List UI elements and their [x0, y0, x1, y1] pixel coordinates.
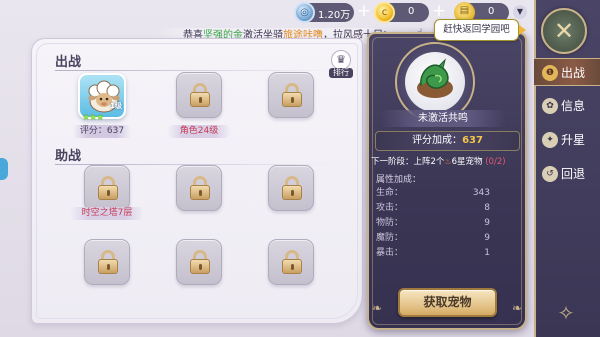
return-to-academy-bubble[interactable]: 赶快返回学园吧: [434, 19, 519, 41]
lock-icon: [98, 250, 118, 274]
gold-value: 0: [408, 6, 415, 17]
corner-ornament-icon: ❧: [371, 301, 383, 315]
lock-icon: [190, 250, 210, 274]
close-menu-button[interactable]: ✕: [541, 8, 587, 54]
trophy-icon: ♛: [331, 50, 351, 70]
attribute-name: 暴击：: [376, 248, 404, 258]
corner-ornament-icon: ❧: [511, 301, 523, 315]
rank-button-label: 排行: [329, 68, 353, 78]
nav-tab-info[interactable]: ✿ 信息: [534, 92, 600, 120]
rank-button[interactable]: ♛ 排行: [329, 50, 353, 82]
nav-tab-label: 回退: [561, 167, 586, 181]
pet-star-rating: ★★★: [82, 113, 104, 123]
lock-icon: [282, 176, 302, 200]
silver-value: 1.20万: [318, 10, 351, 21]
star-upgrade-icon: ✦: [542, 132, 558, 148]
attribute-name: 生命：: [376, 188, 404, 198]
unlock-requirement: 角色24级: [167, 125, 231, 138]
next-stage-progress: (0/2): [485, 157, 506, 167]
silver-currency: ◎ 1.20万 +: [294, 2, 371, 23]
battle-slot-locked[interactable]: [176, 72, 222, 118]
next-stage-label: 下一阶段：: [371, 157, 414, 167]
gold-currency: c 0 +: [374, 2, 446, 23]
attribute-value: 343: [472, 188, 490, 198]
unlock-requirement: 时空之塔7层: [70, 207, 144, 220]
leaf-dragon-emblem-icon: [417, 58, 453, 98]
score-bonus-value: 637: [462, 135, 483, 146]
attribute-row-attack: 攻击： 8: [376, 201, 494, 216]
flame-icon: ♨: [444, 157, 452, 166]
side-drawer-handle[interactable]: [0, 158, 8, 180]
assist-slot-locked[interactable]: [268, 165, 314, 211]
attribute-name: 攻击：: [376, 203, 404, 213]
ticket-value: 0: [488, 6, 495, 17]
assist-section-title: 助战: [55, 149, 82, 164]
assist-slot-locked[interactable]: [268, 239, 314, 285]
nav-tab-label: 信息: [561, 99, 586, 113]
battle-slot-locked[interactable]: [268, 72, 314, 118]
attribute-value: 8: [484, 203, 490, 213]
score-bonus-box: 评分加成：637: [375, 131, 520, 151]
lock-icon: [282, 250, 302, 274]
battle-section-divider: [55, 70, 335, 71]
paw-icon: ✿: [542, 98, 558, 114]
attribute-bonus-title: 属性加成：: [376, 175, 422, 185]
battle-section-title: 出战: [55, 55, 82, 70]
bubble-tail: [519, 25, 526, 35]
attribute-row-phys-def: 物防： 9: [376, 216, 494, 231]
crossed-swords-icon: ✕: [553, 17, 575, 45]
attribute-list: 生命： 343 攻击： 8 物防： 9 魔防： 9 暴击： 1: [376, 186, 494, 261]
attribute-row-magic-def: 魔防： 9: [376, 231, 494, 246]
nav-tab-star-up[interactable]: ✦ 升星: [534, 126, 600, 154]
pet-level: 1级: [110, 102, 122, 110]
lock-icon: [190, 176, 210, 200]
assist-slot-locked[interactable]: [176, 165, 222, 211]
lock-icon: [282, 83, 302, 107]
nav-tab-battle[interactable]: ❶ 出战: [534, 58, 600, 86]
revert-icon: ↺: [542, 166, 558, 182]
attribute-value: 9: [484, 218, 490, 228]
attribute-value: 9: [484, 233, 490, 243]
attribute-value: 1: [484, 248, 490, 258]
gold-coin-icon: c: [374, 2, 395, 23]
attribute-name: 物防：: [376, 218, 404, 228]
next-stage-line: 下一阶段：上阵2个♨6星宠物 (0/2): [371, 155, 526, 169]
battle-icon: ❶: [542, 65, 558, 81]
nav-tab-label: 出战: [561, 66, 586, 80]
score-bonus-label: 评分加成：: [412, 135, 463, 146]
chevron-down-icon[interactable]: ▼: [513, 5, 527, 19]
next-stage-req-a: 上阵2个: [413, 157, 445, 167]
resonance-status: 未激活共鸣: [380, 110, 506, 127]
nav-tab-revert[interactable]: ↺ 回退: [534, 160, 600, 188]
attribute-name: 魔防：: [376, 233, 404, 243]
attribute-row-hp: 生命： 343: [376, 186, 494, 201]
lock-icon: [190, 83, 210, 107]
assist-slot-locked[interactable]: [84, 165, 130, 211]
lock-icon: [98, 176, 118, 200]
acquire-pet-button[interactable]: 获取宠物: [398, 288, 497, 317]
pet-score-label: 评分：637: [73, 125, 131, 138]
silver-coin-icon: ◎: [294, 2, 315, 23]
ornament-icon: ✧: [557, 301, 575, 325]
assist-slot-locked[interactable]: [84, 239, 130, 285]
next-stage-req-b: 6星宠物: [451, 157, 483, 167]
assist-slot-locked[interactable]: [176, 239, 222, 285]
add-silver-button[interactable]: +: [356, 3, 372, 22]
nav-tab-label: 升星: [561, 133, 586, 147]
attribute-row-crit: 暴击： 1: [376, 246, 494, 261]
